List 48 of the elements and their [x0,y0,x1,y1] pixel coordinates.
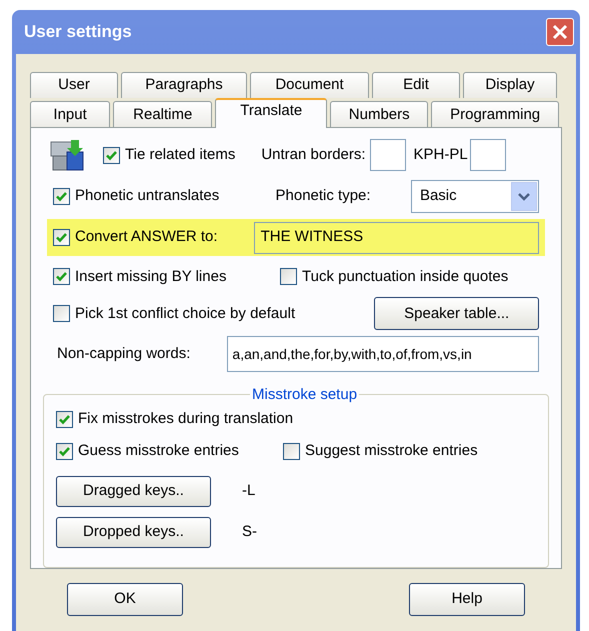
tab[interactable]: Edit [372,72,460,98]
checkbox[interactable] [103,146,120,164]
field-label: Phonetic type: [276,186,372,206]
key-value: S- [242,522,257,542]
checkbox[interactable] [56,443,73,460]
key-value: -L [242,480,256,501]
field-label: Non-capping words: [56,344,192,364]
tab[interactable]: User [30,72,118,98]
checkbox[interactable] [283,443,300,460]
close-icon [552,24,568,40]
checkbox[interactable] [53,305,70,322]
checkbox-label: Guess misstroke entries [78,441,239,462]
checkbox-label: Fix misstrokes during translation [78,409,294,430]
checkbox-label: Pick 1st conflict choice by default [75,304,296,324]
input-field[interactable]: a,an,and,the,for,by,with,to,of,from,vs,in [227,336,539,372]
tab[interactable]: Numbers [330,101,428,128]
field-label: KPH-PL [414,144,468,165]
checkbox-label: Insert missing BY lines [75,266,226,287]
dialog-button[interactable]: Speaker table... [374,297,539,330]
tab[interactable]: Realtime [113,101,212,128]
checkbox[interactable] [280,268,297,286]
input-field[interactable] [370,139,406,171]
checkbox[interactable] [56,411,73,428]
tab[interactable]: Programming [431,101,560,128]
close-button[interactable] [546,18,574,46]
tab[interactable]: Translate [215,98,328,128]
chevron-down-icon [518,192,530,201]
checkbox-label: Suggest misstroke entries [305,441,478,462]
tab[interactable]: Document [250,72,369,98]
window-title: User settings [24,21,132,44]
checkbox[interactable] [53,188,70,206]
tab[interactable]: Paragraphs [121,72,247,98]
dialog-button[interactable]: OK [67,583,183,616]
dropdown[interactable]: Basic [410,180,539,214]
dialog-button[interactable]: Dragged keys.. [56,476,211,507]
checkbox[interactable] [53,229,70,246]
tab[interactable]: Display [463,72,557,98]
input-field[interactable]: THE WITNESS [254,222,539,254]
checkbox-label: Tie related items [125,144,236,165]
checkbox-label: Convert ANSWER to: [75,227,218,248]
checkbox-label: Phonetic untranslates [75,186,220,206]
checkbox-label: Tuck punctuation inside quotes [302,266,508,287]
input-field[interactable] [470,139,506,171]
tab[interactable]: Input [30,101,110,128]
checkbox[interactable] [53,268,70,286]
field-label: Untran borders: [261,144,366,165]
dialog-button[interactable]: Help [409,583,525,616]
dialog-button[interactable]: Dropped keys.. [56,516,211,548]
